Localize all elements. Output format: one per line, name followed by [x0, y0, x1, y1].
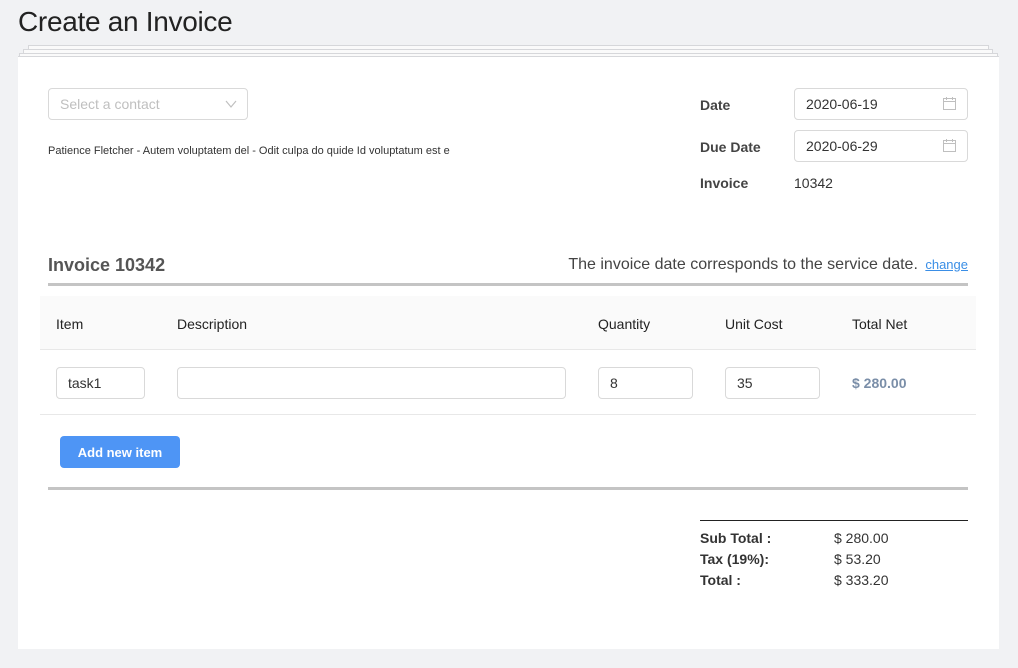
column-header-description: Description: [177, 316, 248, 332]
add-new-item-button[interactable]: Add new item: [60, 436, 180, 468]
contact-select[interactable]: Select a contact: [48, 88, 248, 120]
item-input[interactable]: task1: [56, 367, 145, 399]
items-table-header: Item Description Quantity Unit Cost Tota…: [40, 296, 976, 350]
due-date-picker[interactable]: 2020-06-29: [794, 130, 968, 162]
invoice-date-note-text: The invoice date corresponds to the serv…: [568, 256, 918, 273]
total-label: Total :: [700, 572, 741, 588]
change-link[interactable]: change: [925, 257, 968, 272]
date-value: 2020-06-19: [806, 96, 878, 112]
column-header-total-net: Total Net: [852, 316, 908, 332]
column-header-quantity: Quantity: [598, 316, 651, 332]
date-label: Date: [700, 97, 731, 113]
total-net-value: $ 280.00: [852, 375, 907, 391]
chevron-down-icon: [225, 100, 237, 108]
total-value: $ 333.20: [834, 572, 889, 588]
calendar-icon: [943, 97, 956, 110]
invoice-card: Select a contact Patience Fletcher - Aut…: [18, 56, 999, 649]
quantity-input[interactable]: 8: [598, 367, 693, 399]
unit-cost-input[interactable]: 35: [725, 367, 820, 399]
calendar-icon: [943, 139, 956, 152]
column-header-unit-cost: Unit Cost: [725, 316, 783, 332]
subtotal-value: $ 280.00: [834, 530, 889, 546]
due-date-value: 2020-06-29: [806, 138, 878, 154]
divider: [48, 283, 968, 286]
subtotal-label: Sub Total :: [700, 530, 772, 546]
totals-divider: [700, 520, 968, 521]
invoice-date-note: The invoice date corresponds to the serv…: [568, 256, 968, 274]
tax-label: Tax (19%):: [700, 551, 769, 567]
column-header-item: Item: [56, 316, 84, 332]
contact-select-placeholder: Select a contact: [60, 96, 160, 112]
invoice-number: 10342: [794, 175, 833, 191]
contact-details: Patience Fletcher - Autem voluptatem del…: [48, 145, 450, 157]
invoice-title: Invoice 10342: [48, 255, 166, 275]
due-date-label: Due Date: [700, 139, 761, 155]
tax-value: $ 53.20: [834, 551, 881, 567]
page-title: Create an Invoice: [18, 6, 233, 37]
invoice-label: Invoice: [700, 175, 749, 191]
date-picker[interactable]: 2020-06-19: [794, 88, 968, 120]
table-row: task1 8 35 $ 280.00: [40, 351, 976, 415]
divider: [48, 487, 968, 490]
description-input[interactable]: [177, 367, 566, 399]
